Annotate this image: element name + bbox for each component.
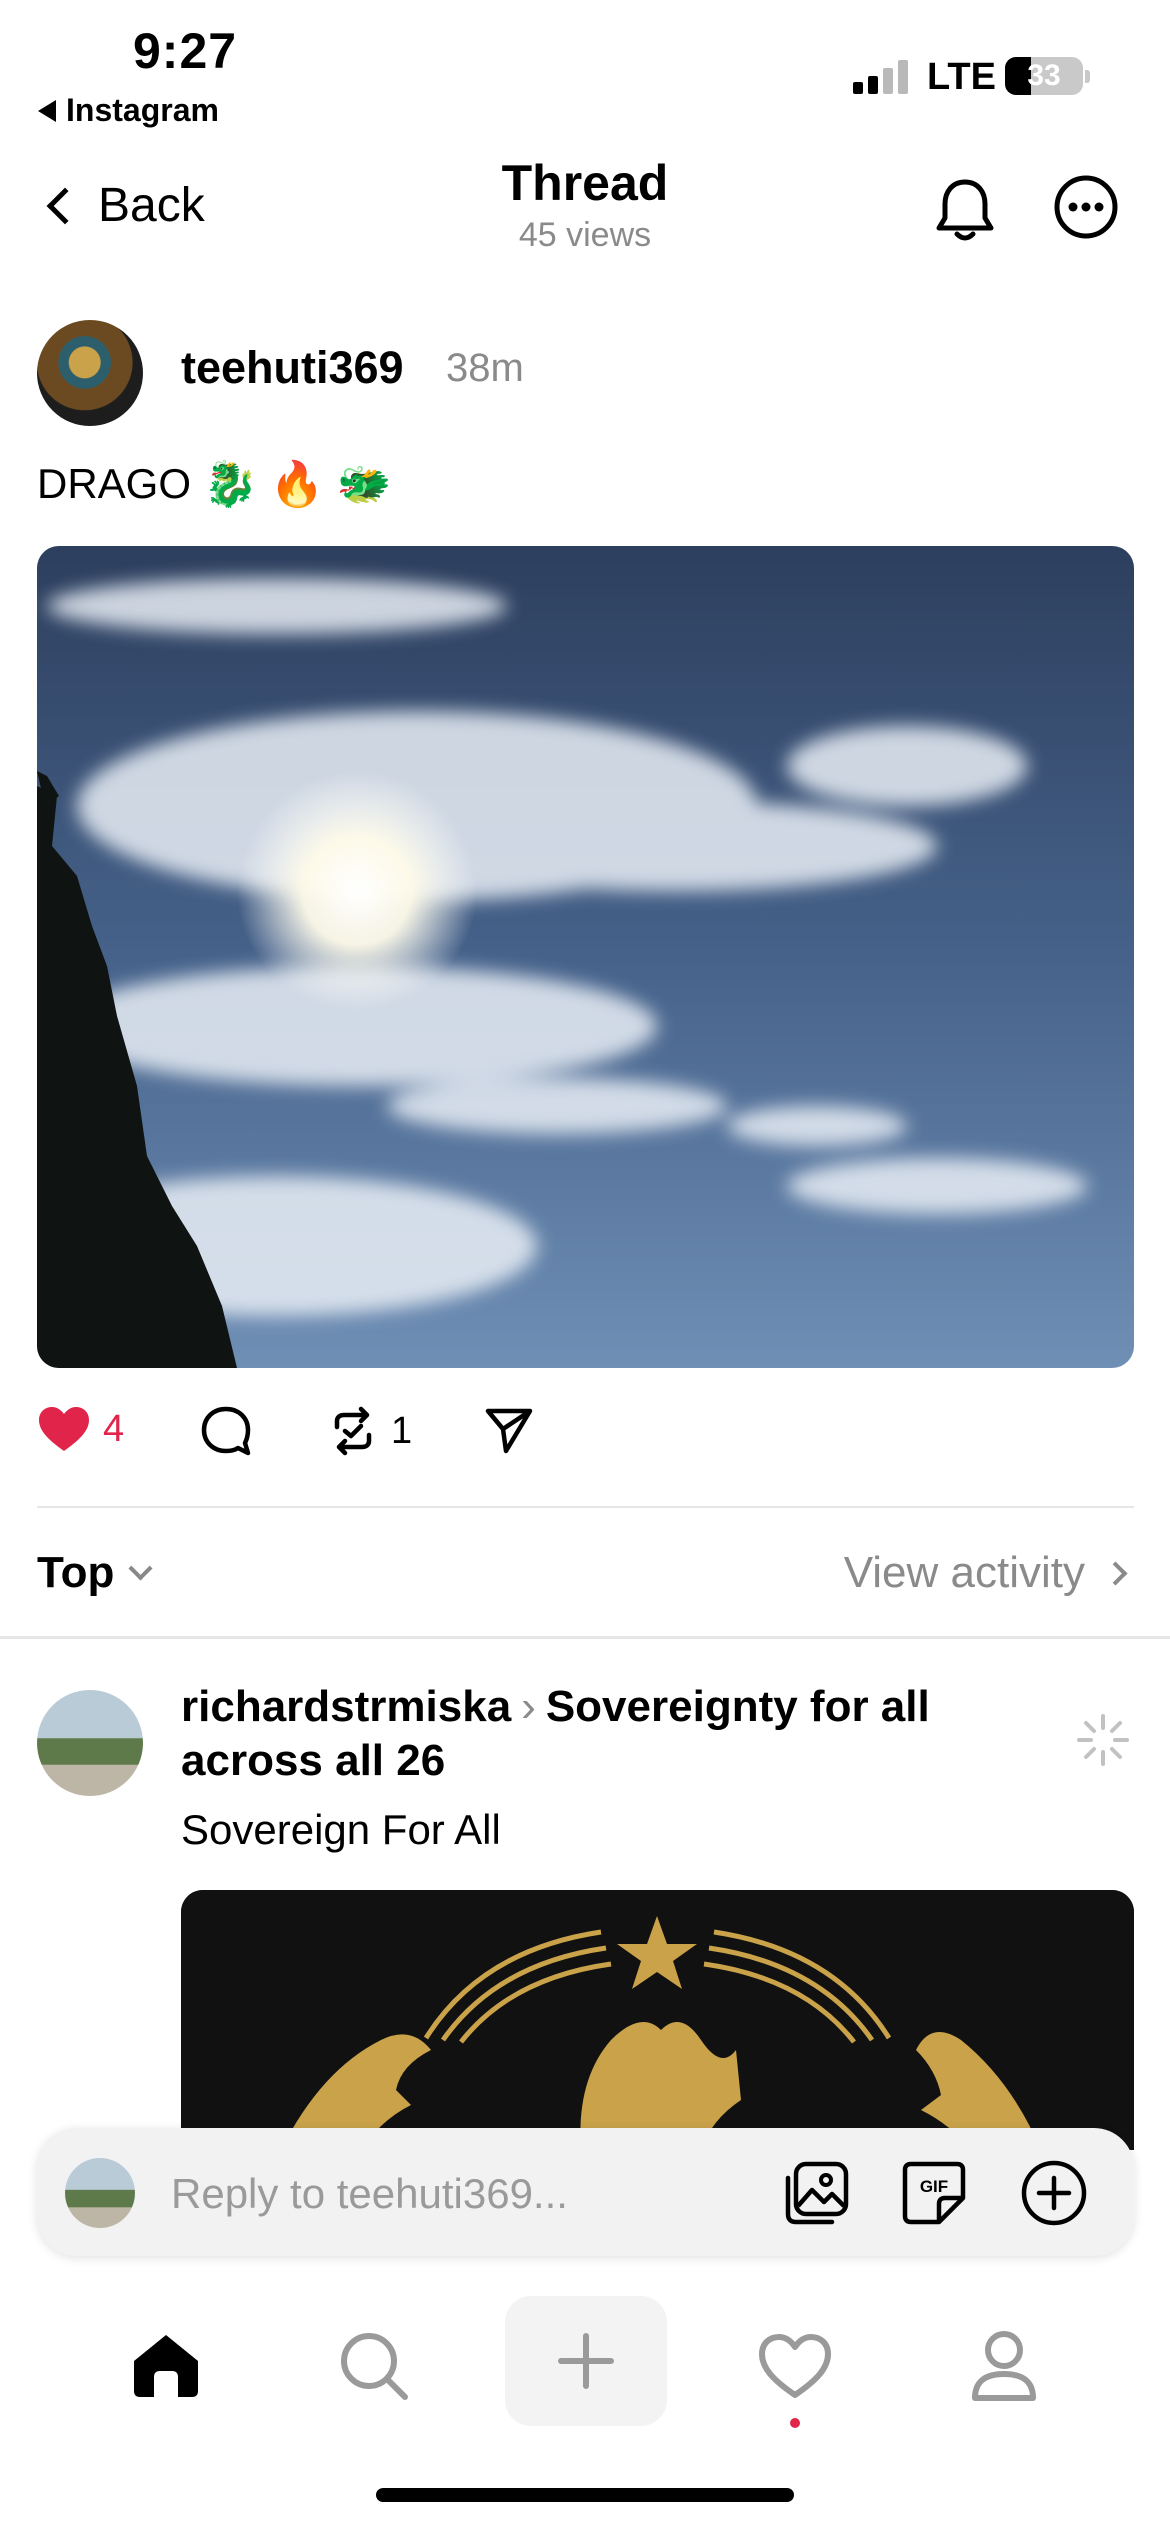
repost-button[interactable]: 1 <box>327 1405 412 1457</box>
gif-icon[interactable]: GIF <box>899 2158 969 2228</box>
svg-text:GIF: GIF <box>920 2177 948 2196</box>
post-age: 38m <box>446 346 524 390</box>
dragon-face-emoji: 🐲 <box>336 459 392 510</box>
divider <box>37 1506 1134 1508</box>
fire-emoji: 🔥 <box>269 459 325 510</box>
chevron-right-small-icon: › <box>521 1682 536 1731</box>
chevron-right-icon <box>1103 1560 1128 1586</box>
post-text-body: DRAGO <box>37 460 192 507</box>
sort-dropdown[interactable]: Top <box>37 1548 153 1598</box>
post-photo[interactable] <box>37 546 1134 1368</box>
like-count: 4 <box>103 1407 125 1450</box>
home-indicator <box>376 2488 794 2502</box>
nav-profile[interactable] <box>964 2326 1044 2406</box>
reply-input[interactable] <box>171 2166 731 2222</box>
home-icon <box>134 2335 198 2397</box>
nav-home[interactable] <box>126 2326 206 2406</box>
sort-row: Top View activity <box>37 1540 1134 1610</box>
heart-outline-icon <box>759 2334 831 2398</box>
search-icon <box>341 2333 408 2400</box>
add-circle-icon[interactable] <box>1019 2158 1089 2228</box>
dragon-emoji: 🐉 <box>203 459 258 510</box>
like-button[interactable]: 4 <box>37 1405 124 1453</box>
profile-icon <box>972 2331 1036 2401</box>
loading-spinner-icon <box>1077 1714 1129 1766</box>
heart-filled-icon <box>39 1407 89 1451</box>
reply-photo[interactable] <box>181 1890 1134 2150</box>
battery-nub <box>1085 70 1090 83</box>
bell-icon[interactable] <box>930 174 1000 246</box>
network-label: LTE <box>927 56 996 98</box>
back-triangle-icon <box>38 99 56 122</box>
back-to-app-link[interactable]: Instagram <box>38 92 219 129</box>
more-options-icon[interactable] <box>1053 174 1119 240</box>
signal-icon <box>853 58 908 94</box>
nav-activity[interactable] <box>755 2326 835 2406</box>
battery-level: 33 <box>1027 59 1061 92</box>
section-divider <box>0 1636 1170 1639</box>
view-activity-label: View activity <box>843 1548 1085 1597</box>
nav-create[interactable] <box>505 2296 667 2426</box>
bottom-nav <box>0 2296 1170 2436</box>
comment-icon <box>201 1406 251 1456</box>
battery-icon: 33 <box>1005 57 1083 95</box>
status-time: 9:27 <box>133 23 238 79</box>
send-icon <box>485 1408 533 1454</box>
plus-icon <box>558 2333 614 2389</box>
share-button[interactable] <box>484 1405 534 1455</box>
reply-text: Sovereign For All <box>181 1806 501 1853</box>
nav-search[interactable] <box>334 2326 414 2406</box>
post-actions: 4 1 <box>37 1405 637 1469</box>
reply-username[interactable]: richardstrmiska <box>181 1682 511 1731</box>
status-bar: 9:27 Instagram LTE 33 <box>0 0 1170 140</box>
reply-header: richardstrmiska › Sovereignty for all acro… <box>181 1680 1061 1788</box>
back-app-label: Instagram <box>66 92 219 128</box>
reply-composer: GIF <box>37 2128 1134 2256</box>
avatar[interactable] <box>37 320 143 426</box>
repost-icon <box>334 1406 372 1456</box>
sort-label: Top <box>37 1548 115 1597</box>
image-attach-icon[interactable] <box>782 2158 852 2228</box>
reply-avatar[interactable] <box>37 1690 143 1796</box>
thread-header: Back Thread 45 views <box>0 150 1170 270</box>
repost-count: 1 <box>391 1409 413 1452</box>
view-activity-link[interactable]: View activity <box>843 1548 1128 1598</box>
my-avatar <box>65 2158 135 2228</box>
comment-button[interactable] <box>200 1405 252 1457</box>
chevron-down-icon <box>128 1555 153 1581</box>
notification-dot <box>790 2418 800 2428</box>
post-username[interactable]: teehuti369 <box>181 342 404 394</box>
post-text: DRAGO 🐉 🔥 🐲 <box>37 458 391 510</box>
